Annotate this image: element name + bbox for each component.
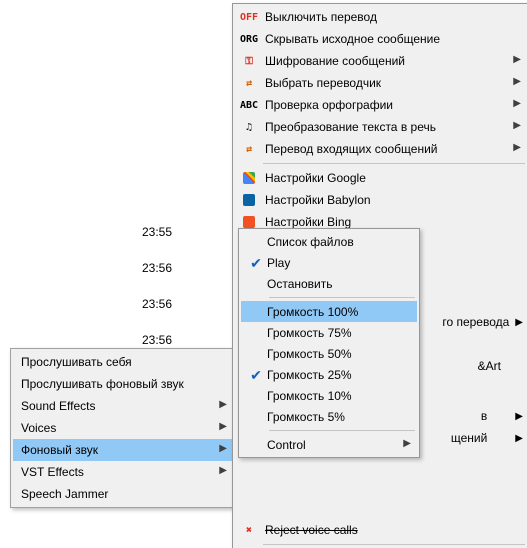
translator-menu-item[interactable]: ⇄ Перевод входящих сообщений ▶	[235, 138, 527, 160]
engine-settings-item[interactable]: Настройки Babylon	[235, 189, 527, 211]
menu-item-label: Перевод входящих сообщений	[265, 142, 507, 156]
menu-icon: ABC	[239, 97, 259, 113]
menu-item-label: Остановить	[267, 277, 399, 291]
voice-menu-item[interactable]: Фоновый звук ▶	[13, 439, 235, 461]
volume-submenu: Список файлов✔PlayОстановитьГромкость 10…	[238, 228, 420, 458]
volume-menu-item[interactable]: Остановить	[241, 273, 417, 294]
partially-visible-item[interactable]: ✖ Reject voice calls	[235, 519, 527, 541]
timestamp: 23:56	[142, 333, 172, 347]
submenu-arrow-icon: ▶	[403, 438, 411, 449]
submenu-arrow-icon: ▶	[515, 411, 523, 422]
partially-visible-item[interactable]: щений ▶	[451, 427, 523, 449]
submenu-arrow-icon: ▶	[513, 76, 521, 87]
volume-menu-item[interactable]: Громкость 100%	[241, 301, 417, 322]
menu-icon: ♫	[239, 119, 259, 135]
voice-menu-item[interactable]: Voices ▶	[13, 417, 235, 439]
check-icon: ✔	[245, 256, 267, 270]
menu-item-label: Play	[267, 256, 399, 270]
voice-menu-item[interactable]: VST Effects ▶	[13, 461, 235, 483]
menu-item-label: VST Effects	[21, 465, 84, 479]
menu-item-label: Настройки Babylon	[265, 193, 507, 207]
reject-icon: ✖	[239, 522, 259, 538]
volume-menu-item[interactable]: Громкость 50%	[241, 343, 417, 364]
menu-item-label: го перевода	[442, 315, 509, 329]
partially-visible-item[interactable]: в▶	[481, 405, 523, 427]
submenu-arrow-icon: ▶	[515, 433, 523, 444]
volume-menu-item[interactable]: Громкость 10%	[241, 385, 417, 406]
volume-menu-item[interactable]: Control ▶	[241, 434, 417, 455]
translator-menu-item[interactable]: ⇄ Выбрать переводчик ▶	[235, 72, 527, 94]
menu-item-label: Speech Jammer	[21, 487, 108, 501]
menu-item-label: Выбрать переводчик	[265, 76, 507, 90]
menu-item-label: Громкость 100%	[267, 305, 399, 319]
menu-icon: ⇄	[239, 141, 259, 157]
submenu-arrow-icon: ▶	[219, 465, 227, 476]
submenu-arrow-icon: ▶	[513, 54, 521, 65]
translator-menu-item[interactable]: ⚿ Шифрование сообщений ▶	[235, 50, 527, 72]
translator-menu-item[interactable]: OFF Выключить перевод	[235, 6, 527, 28]
submenu-arrow-icon: ▶	[219, 443, 227, 454]
menu-item-label: Скрывать исходное сообщение	[265, 32, 507, 46]
menu-item-label: Громкость 75%	[267, 326, 399, 340]
voice-menu-item[interactable]: Sound Effects ▶	[13, 395, 235, 417]
partially-visible-item[interactable]: го перевода ▶	[442, 311, 523, 333]
voice-menu-item[interactable]: Speech Jammer	[13, 483, 235, 505]
submenu-arrow-icon: ▶	[513, 142, 521, 153]
translator-menu-item[interactable]: ORG Скрывать исходное сообщение	[235, 28, 527, 50]
partially-visible-item[interactable]: &Art	[478, 355, 523, 377]
chat-timeline: 23:55 23:56 23:56 23:56	[0, 0, 232, 350]
menu-item-label: Sound Effects	[21, 399, 96, 413]
voice-context-menu: Прослушивать себя Прослушивать фоновый зв…	[10, 348, 238, 508]
menu-icon: ⚿	[239, 53, 259, 69]
submenu-arrow-icon: ▶	[515, 317, 523, 328]
submenu-arrow-icon: ▶	[219, 421, 227, 432]
menu-item-label: Громкость 5%	[267, 410, 399, 424]
timestamp: 23:56	[142, 297, 172, 311]
volume-menu-item[interactable]: Громкость 75%	[241, 322, 417, 343]
submenu-arrow-icon: ▶	[513, 120, 521, 131]
menu-icon: ORG	[239, 31, 259, 47]
menu-item-label: Список файлов	[267, 235, 399, 249]
menu-icon: OFF	[239, 9, 259, 25]
menu-item-label: Выключить перевод	[265, 10, 507, 24]
menu-item-label: Громкость 10%	[267, 389, 399, 403]
timestamp: 23:55	[142, 225, 172, 239]
menu-item-label: Проверка орфографии	[265, 98, 507, 112]
menu-item-label: Настройки Bing	[265, 215, 507, 229]
menu-item-label: Прослушивать фоновый звук	[21, 377, 184, 391]
menu-item-label: в	[481, 409, 509, 423]
engine-logo-icon	[239, 192, 259, 208]
menu-item-label: Преобразование текста в речь	[265, 120, 507, 134]
menu-item-label: Настройки Google	[265, 171, 507, 185]
voice-menu-item[interactable]: Прослушивать фоновый звук	[13, 373, 235, 395]
timestamp: 23:56	[142, 261, 172, 275]
menu-item-label: Reject voice calls	[265, 523, 507, 537]
volume-menu-item[interactable]: ✔Громкость 25%	[241, 364, 417, 385]
menu-item-label: Громкость 25%	[267, 368, 399, 382]
submenu-arrow-icon: ▶	[513, 98, 521, 109]
menu-item-label: Фоновый звук	[21, 443, 98, 457]
menu-item-label: Шифрование сообщений	[265, 54, 507, 68]
voice-menu-item[interactable]: Прослушивать себя	[13, 351, 235, 373]
menu-icon: ⇄	[239, 75, 259, 91]
volume-menu-item[interactable]: ✔Play	[241, 252, 417, 273]
submenu-arrow-icon: ▶	[219, 399, 227, 410]
translator-menu-item[interactable]: ABC Проверка орфографии ▶	[235, 94, 527, 116]
volume-menu-item[interactable]: Список файлов	[241, 231, 417, 252]
translator-menu-item[interactable]: ♫ Преобразование текста в речь ▶	[235, 116, 527, 138]
check-icon: ✔	[245, 368, 267, 382]
menu-item-label: щений	[451, 431, 509, 445]
menu-item-label: Control	[267, 438, 399, 452]
menu-item-label: Громкость 50%	[267, 347, 399, 361]
engine-settings-item[interactable]: Настройки Google	[235, 167, 527, 189]
engine-logo-icon	[239, 170, 259, 186]
volume-menu-item[interactable]: Громкость 5%	[241, 406, 417, 427]
menu-item-label: Прослушивать себя	[21, 355, 132, 369]
menu-item-label: &Art	[478, 359, 523, 373]
menu-item-label: Voices	[21, 421, 56, 435]
